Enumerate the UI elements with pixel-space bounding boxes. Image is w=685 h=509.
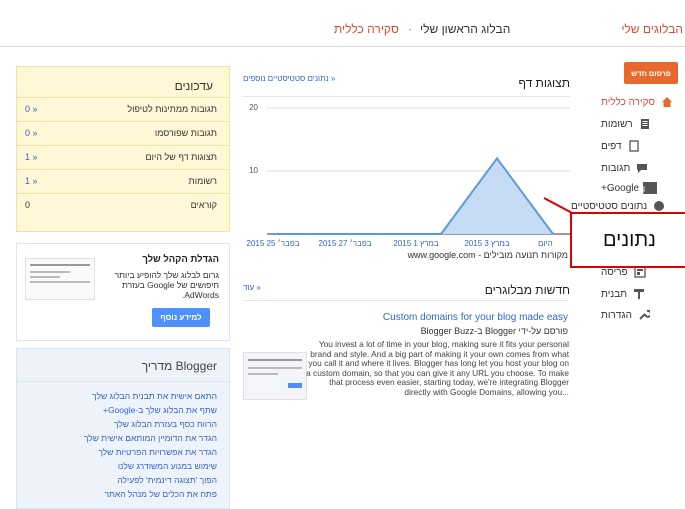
guide-link[interactable]: שימוש במנוע המשודרג שלנו bbox=[118, 461, 217, 471]
stats-icon bbox=[653, 200, 665, 212]
nav-item-comments[interactable]: תגובות bbox=[601, 158, 681, 178]
nav-label: נתונים סטטיסטיים bbox=[571, 200, 648, 212]
pageviews-chart: 20 10 היום 2015 במרץ 3 2015 במרץ 1 2015 … bbox=[243, 96, 570, 248]
traffic-source: מקורות תנועה מובילים - www.google.com bbox=[407, 250, 568, 260]
more-stats-link[interactable]: נתונים סטטיסטיים נוספים » bbox=[243, 74, 335, 83]
updates-row-label: קוראים bbox=[190, 200, 217, 210]
audience-text: גרום לבלוג שלך להופיע ביותר חיפושים של G… bbox=[114, 270, 219, 300]
updates-row-label: תצוגות דף של היום bbox=[145, 152, 217, 162]
updates-row-value[interactable]: 0 » bbox=[25, 104, 38, 114]
posts-icon bbox=[639, 118, 651, 130]
nav-item-google-plus[interactable]: g+ Google+ bbox=[601, 178, 681, 198]
new-post-button[interactable]: פרסום חדש bbox=[624, 62, 678, 84]
updates-row-label: רשומות bbox=[188, 176, 217, 186]
guide-link[interactable]: הגדר את הדומיין המותאם אישית שלך bbox=[84, 433, 217, 443]
news-body: You invest a lot of time in your blog, m… bbox=[306, 339, 569, 397]
y-tick-10: 10 bbox=[249, 166, 258, 175]
updates-panel: עדכונים תגובות ממתינות לטיפול 0 » תגובות … bbox=[16, 66, 230, 232]
updates-row-label: תגובות ממתינות לטיפול bbox=[127, 104, 217, 114]
home-icon bbox=[661, 96, 673, 108]
news-thumbnail bbox=[243, 352, 307, 400]
google-plus-icon: g+ bbox=[636, 182, 658, 194]
updates-row[interactable]: רשומות 1 » bbox=[17, 169, 229, 193]
guide-link[interactable]: הגדר את אפשרויות הפרטיות שלך bbox=[98, 447, 217, 457]
updates-row[interactable]: תגובות שפורסמו 0 » bbox=[17, 121, 229, 145]
news-more-link[interactable]: עוד » bbox=[243, 283, 261, 292]
x-tick-mar1: 2015 במרץ 1 bbox=[393, 239, 439, 248]
updates-row-value[interactable]: 1 » bbox=[25, 176, 38, 186]
y-tick-20: 20 bbox=[249, 103, 258, 112]
title-separator: · bbox=[408, 22, 412, 36]
nav-label: הגדרות bbox=[601, 309, 632, 321]
brand-link[interactable]: הבלוגים שלי bbox=[621, 22, 683, 36]
adwords-thumbnail bbox=[25, 258, 95, 300]
updates-row[interactable]: תגובות ממתינות לטיפול 0 » bbox=[17, 97, 229, 121]
nav-label: סקירה כללית bbox=[601, 96, 656, 108]
updates-row-label: תגובות שפורסמו bbox=[154, 128, 217, 138]
nav-label: תגובות bbox=[601, 162, 631, 174]
callout-label: נתונים bbox=[570, 212, 685, 268]
page-title: סקירה כללית bbox=[334, 22, 399, 36]
updates-row: קוראים 0 bbox=[17, 193, 229, 217]
comments-icon bbox=[636, 162, 648, 174]
nav-item-posts[interactable]: רשומות bbox=[601, 114, 681, 134]
nav-label: תבנית bbox=[601, 288, 628, 300]
news-post-title[interactable]: Custom domains for your blog made easy bbox=[383, 312, 568, 323]
x-tick-feb25: 2015 בפבר׳ 25 bbox=[247, 239, 300, 248]
guide-link[interactable]: פתח את הכלים של מנהל האתר bbox=[104, 489, 217, 499]
blog-name[interactable]: הבלוג הראשון שלי bbox=[420, 22, 510, 36]
guide-panel: מדריך Blogger התאם אישית את תבנית הבלוג … bbox=[16, 348, 230, 509]
guide-link[interactable]: הרווח כסף בעזרת הבלוג שלך bbox=[114, 419, 217, 429]
nav-label: Google+ bbox=[601, 182, 640, 194]
nav-label: רשומות bbox=[601, 118, 633, 130]
guide-link[interactable]: שתף את הבלוג שלך ב-Google+ bbox=[103, 405, 217, 415]
updates-title: עדכונים bbox=[174, 79, 213, 93]
nav-label: דפים bbox=[601, 140, 622, 152]
wrench-icon bbox=[638, 309, 652, 321]
chart-area bbox=[273, 158, 553, 234]
svg-text:g+: g+ bbox=[643, 184, 645, 193]
x-tick-today: היום bbox=[538, 239, 553, 248]
nav-item-pages[interactable]: דפים bbox=[601, 136, 681, 156]
template-icon bbox=[633, 288, 645, 300]
guide-link[interactable]: התאם אישית את תבנית הבלוג שלך bbox=[92, 391, 217, 401]
news-divider bbox=[243, 300, 568, 301]
updates-row-value[interactable]: 1 » bbox=[25, 152, 38, 162]
pages-icon bbox=[628, 140, 640, 152]
nav-item-overview[interactable]: סקירה כללית bbox=[601, 92, 681, 112]
nav-item-template[interactable]: תבנית bbox=[601, 284, 681, 304]
x-tick-feb27: 2015 בפבר׳ 27 bbox=[319, 239, 372, 248]
updates-row[interactable]: תצוגות דף של היום 1 » bbox=[17, 145, 229, 169]
learn-more-button[interactable]: למידע נוסף bbox=[152, 308, 210, 327]
nav-label: פריסה bbox=[601, 266, 628, 278]
audience-title: הגדלת הקהל שלך bbox=[142, 254, 219, 265]
nav-item-stats[interactable]: נתונים סטטיסטיים bbox=[571, 199, 681, 213]
updates-row-value: 0 bbox=[25, 200, 31, 210]
news-title: חדשות מבלוגרים bbox=[484, 283, 570, 297]
nav-item-settings[interactable]: הגדרות bbox=[601, 305, 681, 325]
pageviews-title: תצוגות דף bbox=[518, 76, 570, 90]
top-bar: הבלוגים שלי הבלוג הראשון שלי · סקירה כלל… bbox=[0, 0, 685, 47]
guide-link[interactable]: הפוך 'תצוגה דינמית' לפעילה bbox=[117, 475, 217, 485]
x-tick-mar3: 2015 במרץ 3 bbox=[464, 239, 510, 248]
audience-panel: הגדלת הקהל שלך גרום לבלוג שלך להופיע ביו… bbox=[16, 243, 230, 341]
news-byline: פורסם על-ידי Blogger ב-Blogger Buzz bbox=[420, 326, 568, 336]
guide-divider bbox=[17, 381, 229, 382]
guide-title: מדריך Blogger bbox=[141, 359, 217, 373]
updates-row-value[interactable]: 0 » bbox=[25, 128, 38, 138]
